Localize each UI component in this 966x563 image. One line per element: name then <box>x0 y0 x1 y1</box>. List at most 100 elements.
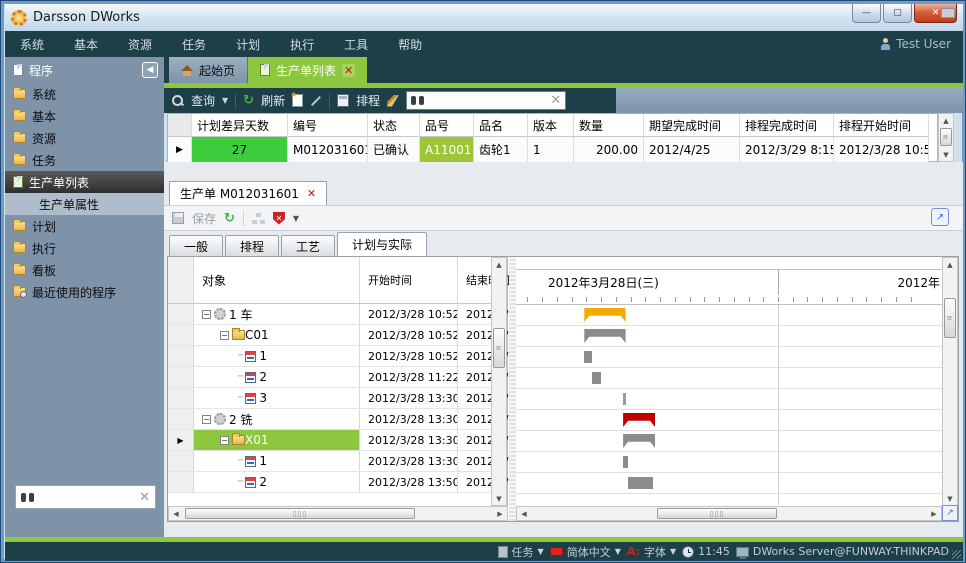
tree-horizontal-scrollbar[interactable]: ◀▶▯▯▯ <box>168 506 508 521</box>
sidebar-item[interactable]: 生产单属性 <box>5 193 164 215</box>
query-dropdown-icon[interactable]: ▼ <box>222 96 228 105</box>
col-start-time[interactable]: 开始时间 <box>360 257 458 303</box>
sidebar-item[interactable]: 资源 <box>5 127 164 149</box>
detail-tab-计划与实际[interactable]: 计划与实际 <box>337 232 427 256</box>
grid-cell-8[interactable]: 2012/3/29 8:15 <box>740 137 834 162</box>
grid-vertical-scrollbar[interactable]: ▲▼≡ <box>938 113 954 162</box>
tree-object-cell[interactable]: −1 车 <box>194 304 360 324</box>
broom-icon[interactable] <box>387 95 399 107</box>
status-language[interactable]: 简体中文 ▼ <box>550 544 621 560</box>
menu-item-1[interactable]: 基本 <box>59 36 113 53</box>
grid-col-0[interactable]: 计划差异天数 <box>192 114 288 137</box>
refresh-icon[interactable]: ↻ <box>224 212 235 225</box>
toolbar-search-input[interactable] <box>428 94 546 108</box>
gantt-row[interactable] <box>516 473 942 494</box>
tree-object-cell[interactable]: ─2 <box>194 367 360 387</box>
menu-item-2[interactable]: 资源 <box>113 36 167 53</box>
grid-cell-5[interactable]: 1 <box>528 137 574 162</box>
tree-object-cell[interactable]: ─2 <box>194 472 360 492</box>
tree-row[interactable]: −2 铣2012/3/28 13:302012/3/28 15:40 <box>168 409 507 430</box>
tree-start-cell[interactable]: 2012/3/28 13:30 <box>360 430 458 450</box>
tree-start-cell[interactable]: 2012/3/28 11:22 <box>360 367 458 387</box>
detail-tab[interactable]: 生产单 M012031601 ✕ <box>169 181 327 205</box>
grid-col-5[interactable]: 版本 <box>528 114 574 137</box>
grid-col-6[interactable]: 数量 <box>574 114 644 137</box>
menu-item-0[interactable]: 系统 <box>5 36 59 53</box>
maximize-button[interactable]: ▢ <box>883 4 912 23</box>
tree-start-cell[interactable]: 2012/3/28 13:50 <box>360 472 458 492</box>
tree-object-cell[interactable]: −2 铣 <box>194 409 360 429</box>
sidebar-search-box[interactable]: ✕ <box>15 485 156 509</box>
tab-生产单列表[interactable]: 生产单列表✕ <box>248 57 367 83</box>
scroll-thumb[interactable]: ≡ <box>944 298 956 338</box>
scroll-down-icon[interactable]: ▼ <box>939 148 953 161</box>
scroll-up-icon[interactable]: ▲ <box>943 258 957 271</box>
menu-item-6[interactable]: 工具 <box>329 36 383 53</box>
grid-cell-1[interactable]: M012031601 <box>288 137 368 162</box>
language-dropdown-icon[interactable]: ▼ <box>615 547 621 556</box>
menu-item-5[interactable]: 执行 <box>275 36 329 53</box>
gantt-row[interactable] <box>516 368 942 389</box>
grid-cell-9[interactable]: 2012/3/28 10:52 <box>834 137 929 162</box>
gantt-row[interactable] <box>516 389 942 410</box>
gantt-bar-summary[interactable] <box>584 308 625 322</box>
expander-icon[interactable]: − <box>220 436 229 445</box>
grid-col-4[interactable]: 品名 <box>474 114 528 137</box>
grid-cell-3[interactable]: A11001 <box>420 137 474 162</box>
scroll-left-icon[interactable]: ◀ <box>517 507 531 520</box>
gantt-row[interactable] <box>516 347 942 368</box>
title-bar[interactable]: Darsson DWorks — ▢ ✕ <box>5 4 963 31</box>
float-windows-icon[interactable] <box>941 8 955 18</box>
detail-tab-工艺[interactable]: 工艺 <box>281 235 335 256</box>
sidebar-item[interactable]: 计划 <box>5 215 164 237</box>
minimize-button[interactable]: — <box>852 4 881 23</box>
scroll-down-icon[interactable]: ▼ <box>492 492 506 505</box>
gantt-popout-icon[interactable]: ↗ <box>942 505 958 521</box>
tree-object-cell[interactable]: −C01 <box>194 325 360 345</box>
grid-cell-0[interactable]: 27 <box>192 137 288 162</box>
tree-start-cell[interactable]: 2012/3/28 13:30 <box>360 388 458 408</box>
tree-object-cell[interactable]: ─1 <box>194 451 360 471</box>
tree-row[interactable]: ▶−X012012/3/28 13:302012/3/28 15:40 <box>168 430 507 451</box>
tree-object-cell[interactable]: −X01 <box>194 430 360 450</box>
tree-row[interactable]: ─12012/3/28 13:302012/3/28 13:50 <box>168 451 507 472</box>
menu-item-7[interactable]: 帮助 <box>383 36 437 53</box>
tree-object-cell[interactable]: ─1 <box>194 346 360 366</box>
save-button[interactable]: 保存 <box>192 210 216 227</box>
tree-row[interactable]: −1 车2012/3/28 10:522012/3/28 13:40 <box>168 304 507 325</box>
menu-item-3[interactable]: 任务 <box>167 36 221 53</box>
grid-cell-6[interactable]: 200.00 <box>574 137 644 162</box>
sidebar-item[interactable]: 基本 <box>5 105 164 127</box>
clear-search-icon[interactable]: ✕ <box>550 93 561 108</box>
sidebar-item[interactable]: 看板 <box>5 259 164 281</box>
scroll-left-icon[interactable]: ◀ <box>169 507 183 520</box>
popout-icon[interactable]: ↗ <box>931 208 949 226</box>
grid-cell-7[interactable]: 2012/4/25 <box>644 137 740 162</box>
gantt-row[interactable] <box>516 305 942 326</box>
refresh-button[interactable]: 刷新 <box>261 92 285 109</box>
routing-icon[interactable] <box>252 213 265 224</box>
resize-grip[interactable] <box>952 550 961 559</box>
expander-icon[interactable]: − <box>202 415 211 424</box>
gantt-bar-task[interactable] <box>623 393 626 405</box>
grid-col-9[interactable]: 排程开始时间 <box>834 114 929 137</box>
sidebar-item[interactable]: 系统 <box>5 83 164 105</box>
sidebar-item[interactable]: 执行 <box>5 237 164 259</box>
gantt-bar-summary[interactable] <box>623 434 655 448</box>
gantt-bar-task[interactable] <box>628 477 653 489</box>
scroll-right-icon[interactable]: ▶ <box>927 507 941 520</box>
gantt-row[interactable] <box>516 410 942 431</box>
shield-dropdown-icon[interactable]: ▼ <box>293 214 299 223</box>
scroll-up-icon[interactable]: ▲ <box>492 258 506 271</box>
status-font[interactable]: A: 字体 ▼ <box>627 544 676 560</box>
tree-start-cell[interactable]: 2012/3/28 10:52 <box>360 346 458 366</box>
gantt-horizontal-scrollbar[interactable]: ◀ ▶ ▯▯▯ <box>516 506 942 521</box>
gantt-bar-summary[interactable] <box>584 329 625 343</box>
gantt-row[interactable] <box>516 452 942 473</box>
expander-icon[interactable]: − <box>202 310 211 319</box>
tree-row[interactable]: ─22012/3/28 13:502012/3/28 15:30 <box>168 472 507 493</box>
gantt-row[interactable] <box>516 431 942 452</box>
tree-row[interactable]: ─12012/3/28 10:522012/3/28 11:22 <box>168 346 507 367</box>
grid-col-2[interactable]: 状态 <box>368 114 420 137</box>
scroll-thumb[interactable]: ▯▯▯ <box>657 508 777 519</box>
